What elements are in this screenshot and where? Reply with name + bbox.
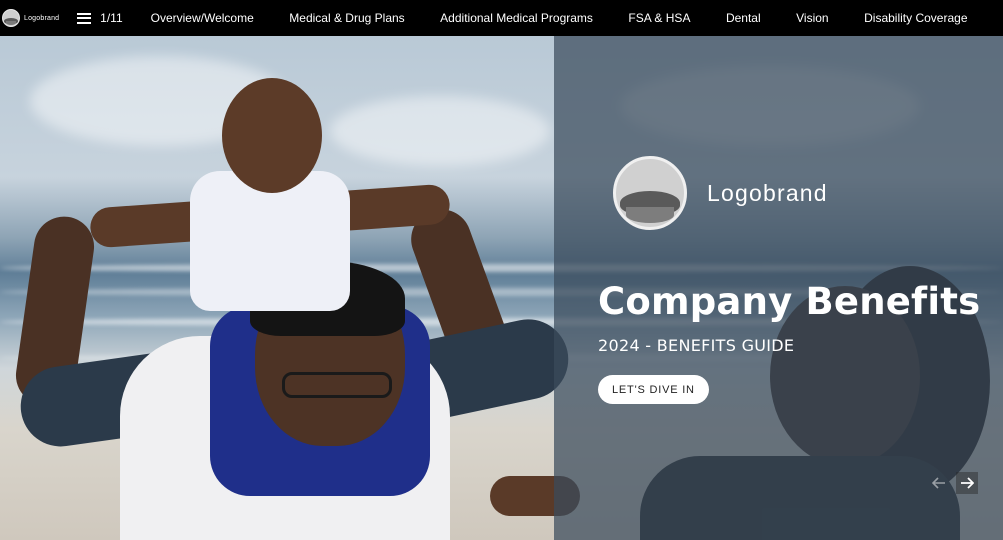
nav-item-vision[interactable]: Vision (796, 11, 828, 25)
arrow-left-icon[interactable] (928, 472, 950, 494)
arrow-right-icon[interactable] (956, 472, 978, 494)
brand-name: Logobrand (707, 179, 828, 206)
logo-text: Logobrand (24, 14, 60, 22)
brand-lockup: Logobrand (613, 156, 828, 230)
slide-navigation (928, 472, 978, 494)
nav-item-dental[interactable]: Dental (726, 11, 761, 25)
hamburger-icon[interactable] (77, 12, 92, 24)
nav-item-fsa-hsa[interactable]: FSA & HSA (628, 11, 690, 25)
nav-item-disability-coverage[interactable]: Disability Coverage (864, 11, 967, 25)
hero-section: Logobrand Company Benefits 2024 - BENEFI… (0, 36, 1003, 540)
logo[interactable]: Logobrand (2, 9, 59, 27)
brand-logo-icon (613, 156, 687, 230)
nav-item-additional-medical-programs[interactable]: Additional Medical Programs (440, 11, 593, 25)
dive-in-button[interactable]: LET'S DIVE IN (598, 375, 709, 404)
hero-title: Company Benefits (598, 280, 981, 323)
hero-subtitle: 2024 - BENEFITS GUIDE (598, 336, 795, 355)
nav-item-medical-drug-plans[interactable]: Medical & Drug Plans (289, 11, 404, 25)
top-navigation-bar: Logobrand 1/11 Overview/Welcome Medical … (0, 0, 1003, 36)
logo-mark-icon (2, 9, 20, 27)
nav-item-overview-welcome[interactable]: Overview/Welcome (151, 11, 254, 25)
page-indicator: 1/11 (100, 11, 123, 25)
nav-menu: Overview/Welcome Medical & Drug Plans Ad… (151, 11, 1003, 25)
